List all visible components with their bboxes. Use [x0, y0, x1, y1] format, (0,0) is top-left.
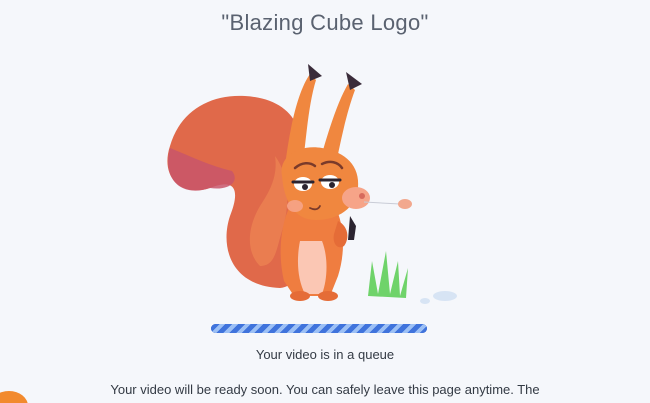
queue-status-text: Your video is in a queue — [255, 347, 395, 362]
paddle — [348, 216, 356, 240]
grass-icon — [368, 251, 408, 298]
queue-progress-bar — [211, 324, 427, 333]
squirrel-snout — [342, 187, 370, 209]
rock-icon — [433, 291, 457, 301]
queue-progress-fill — [211, 324, 427, 333]
squirrel-belly — [297, 241, 327, 294]
squirrel-cheek — [287, 200, 303, 212]
squirrel-ear-left-tip — [308, 64, 322, 81]
squirrel-foot-left — [290, 291, 310, 301]
nut-icon — [398, 199, 412, 209]
rock-icon-small — [420, 298, 430, 304]
bottom-fade — [0, 395, 650, 403]
squirrel-foot-right — [318, 291, 338, 301]
squirrel-illustration — [167, 64, 457, 304]
video-render-page: "Blazing Cube Logo" Your video is in a q… — [0, 0, 650, 403]
page-title: "Blazing Cube Logo" — [221, 10, 429, 35]
